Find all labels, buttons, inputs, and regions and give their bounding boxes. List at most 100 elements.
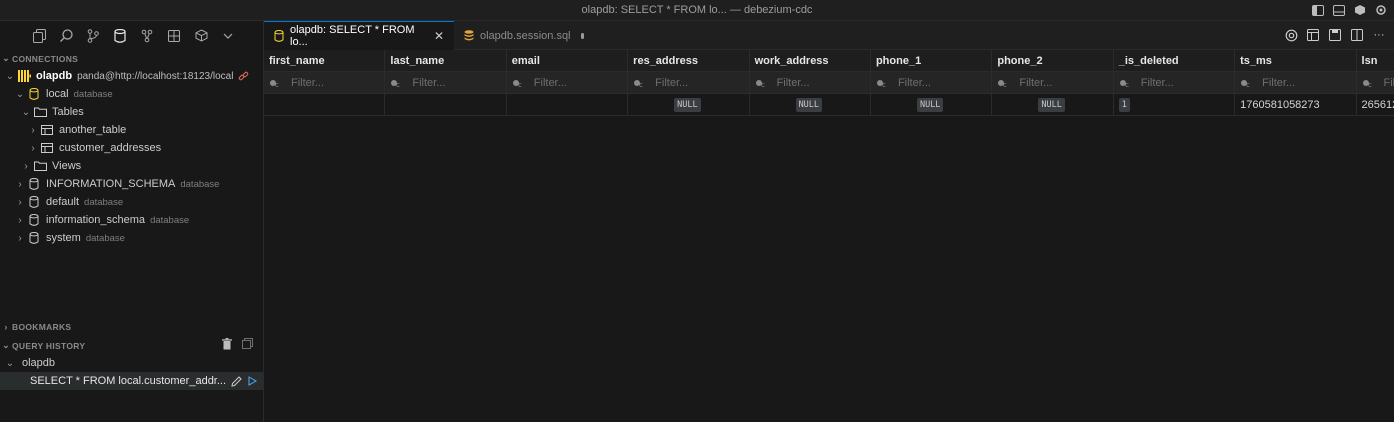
column-header[interactable]: phone_1: [870, 50, 993, 72]
bookmarks-section-header[interactable]: › BOOKMARKS: [0, 322, 71, 332]
openai-logo-icon[interactable]: [1284, 28, 1298, 42]
explorer-files-icon[interactable]: [31, 28, 47, 44]
column-filter-input[interactable]: c Filter...: [628, 72, 750, 94]
table-cell[interactable]: NULL: [992, 94, 1114, 116]
edit-pencil-icon[interactable]: [231, 375, 242, 387]
close-icon[interactable]: ✕: [434, 29, 444, 43]
split-editor-icon[interactable]: [1350, 28, 1364, 42]
column-filter-input[interactable]: c Filter...: [1113, 72, 1236, 94]
tree-item-another-table[interactable]: › another_table: [0, 121, 263, 139]
tree-item-information-schema-lower[interactable]: › information_schema database: [0, 211, 263, 229]
table-cell[interactable]: [264, 94, 386, 116]
chevron-right-icon: ›: [18, 214, 22, 226]
tree-item-views-folder[interactable]: › Views: [0, 157, 263, 175]
filter-abc-icon: c: [512, 77, 526, 89]
tree-item-local-database[interactable]: ⌄ local database: [0, 85, 263, 103]
column-filter-input[interactable]: c Filter...: [1235, 72, 1357, 94]
filter-abc-icon: c: [269, 77, 283, 89]
column-filter-input[interactable]: c Filter...: [385, 72, 507, 94]
folder-icon: [32, 159, 48, 173]
tree-item-kind: database: [85, 232, 125, 244]
query-history-section-header[interactable]: ⌄ QUERY HISTORY: [0, 338, 263, 351]
collapse-all-icon[interactable]: [242, 338, 253, 349]
table-cell[interactable]: NULL: [870, 94, 993, 116]
title-bar: olapdb: SELECT * FROM lo... — debezium-c…: [0, 0, 1394, 21]
table-cell[interactable]: 1: [1113, 94, 1236, 116]
tree-item-default-database[interactable]: › default database: [0, 193, 263, 211]
filter-abc-icon: c: [876, 77, 890, 89]
table-cell[interactable]: [385, 94, 507, 116]
unsaved-dot-icon[interactable]: [580, 32, 584, 39]
grid-header-row: first_name last_name email res_address w…: [264, 50, 1394, 72]
extensions-grid-icon[interactable]: [166, 28, 182, 44]
toggle-panel-icon[interactable]: [1332, 3, 1346, 17]
toggle-primary-sidebar-icon[interactable]: [1311, 3, 1325, 17]
filter-abc-icon: c: [997, 77, 1011, 89]
database-icon[interactable]: [112, 28, 128, 44]
column-filter-input[interactable]: c Filter...: [506, 72, 629, 94]
history-item[interactable]: SELECT * FROM local.customer_addr...: [0, 372, 263, 390]
svg-text:c: c: [882, 81, 886, 88]
table-cell[interactable]: 1760581058273: [1235, 94, 1357, 116]
column-filter-input[interactable]: c Filter...: [264, 72, 386, 94]
connections-section-header[interactable]: ⌄ CONNECTIONS: [0, 53, 78, 64]
column-header[interactable]: res_address: [628, 50, 750, 72]
sidebar: ⌄ CONNECTIONS ⌄ olapdb panda@http://loca…: [0, 21, 264, 422]
svg-text:c: c: [1368, 81, 1372, 88]
column-header[interactable]: phone_2: [992, 50, 1114, 72]
extension-cube-icon[interactable]: [1353, 3, 1367, 17]
folder-open-icon: [32, 105, 48, 119]
git-graph-icon[interactable]: [139, 28, 155, 44]
connected-link-icon[interactable]: [238, 71, 249, 82]
tab-session-sql[interactable]: olapdb.session.sql: [454, 21, 594, 50]
column-filter-input[interactable]: c Fil: [1356, 72, 1394, 94]
column-filter-input[interactable]: c Filter...: [870, 72, 993, 94]
column-header[interactable]: last_name: [385, 50, 507, 72]
tree-item-label: INFORMATION_SCHEMA: [46, 178, 176, 190]
database-icon: [274, 30, 284, 42]
null-badge: NULL: [795, 97, 823, 112]
package-box-icon[interactable]: [193, 28, 209, 44]
open-preview-icon[interactable]: [1306, 28, 1320, 42]
database-icon: [26, 177, 42, 191]
column-header[interactable]: work_address: [749, 50, 871, 72]
run-play-icon[interactable]: [248, 376, 258, 386]
column-header[interactable]: email: [506, 50, 629, 72]
tree-item-information-schema-upper[interactable]: › INFORMATION_SCHEMA database: [0, 175, 263, 193]
history-group-olapdb[interactable]: ⌄ olapdb: [0, 354, 263, 372]
column-filter-input[interactable]: c Filter...: [992, 72, 1114, 94]
chevron-right-icon: ›: [4, 322, 8, 332]
filter-abc-icon: c: [1240, 77, 1254, 89]
settings-gear-icon[interactable]: [1374, 3, 1388, 17]
table-cell[interactable]: NULL: [628, 94, 750, 116]
filter-abc-icon: c: [390, 77, 404, 89]
svg-text:c: c: [1125, 81, 1129, 88]
column-filter-input[interactable]: c Filter...: [749, 72, 871, 94]
svg-text:c: c: [518, 81, 522, 88]
column-header[interactable]: lsn: [1356, 50, 1394, 72]
table-cell[interactable]: 265612: [1356, 94, 1394, 116]
tab-query-result[interactable]: olapdb: SELECT * FROM lo... ✕: [264, 21, 454, 50]
column-header[interactable]: _is_deleted: [1113, 50, 1236, 72]
tree-item-customer-addresses[interactable]: › customer_addresses: [0, 139, 263, 157]
tree-item-system-database[interactable]: › system database: [0, 229, 263, 247]
save-icon[interactable]: [1328, 28, 1342, 42]
column-header[interactable]: first_name: [264, 50, 386, 72]
filter-abc-icon: c: [755, 77, 769, 89]
table-cell[interactable]: [506, 94, 629, 116]
trash-icon[interactable]: [222, 338, 232, 350]
more-actions-icon[interactable]: ···: [1372, 28, 1386, 42]
source-control-icon[interactable]: [85, 28, 101, 44]
chevron-right-icon: ›: [31, 142, 35, 154]
search-icon[interactable]: [58, 28, 74, 44]
tree-item-label: Tables: [52, 106, 84, 118]
connection-item[interactable]: ⌄ olapdb panda@http://localhost:18123/lo…: [0, 67, 263, 85]
clickhouse-logo-icon: [16, 69, 32, 83]
table-cell[interactable]: NULL: [749, 94, 871, 116]
database-icon: [26, 87, 42, 101]
column-header[interactable]: ts_ms: [1235, 50, 1357, 72]
more-views-chevron-icon[interactable]: [220, 28, 236, 44]
tree-item-label: customer_addresses: [59, 142, 162, 154]
tree-item-tables-folder[interactable]: ⌄ Tables: [0, 103, 263, 121]
editor-tab-bar: olapdb: SELECT * FROM lo... ✕ olapdb.ses…: [264, 21, 1394, 50]
